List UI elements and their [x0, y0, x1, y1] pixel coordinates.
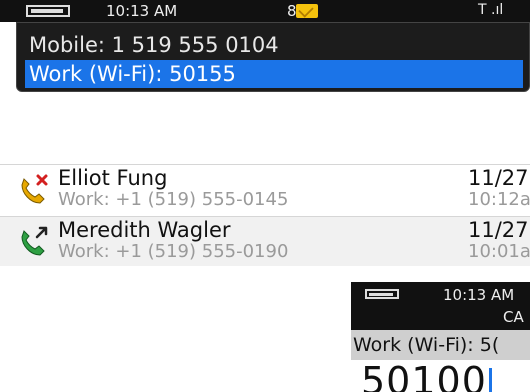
battery-icon [26, 5, 70, 17]
dialed-number: 50100 [361, 359, 487, 392]
dialer-line-label[interactable]: Work (Wi-Fi): 5( [351, 330, 530, 360]
caller-detail: Work: +1 (519) 555-0190 [58, 241, 289, 262]
dialed-number-field[interactable]: 50100 [361, 360, 492, 392]
number-option-work-wifi[interactable]: Work (Wi-Fi): 50155 [25, 60, 523, 88]
number-option-mobile[interactable]: Mobile: 1 519 555 0104 [25, 31, 523, 59]
caller-detail: Work: +1 (519) 555-0145 [58, 189, 289, 210]
status-bar: 10:13 AM 8 T .ıl [0, 0, 530, 22]
dialer-status-bar: 10:13 AM CA [351, 282, 530, 330]
message-icon[interactable] [296, 4, 318, 18]
call-time: 10:12a [468, 189, 530, 210]
caller-name: Meredith Wagler [58, 218, 231, 242]
dialer-inset: 10:13 AM CA Work (Wi-Fi): 5( 50100 [351, 282, 530, 392]
caller-name: Elliot Fung [58, 166, 168, 190]
dialer-carrier: CA [503, 308, 524, 326]
number-picker-popup: Mobile: 1 519 555 0104 Work (Wi-Fi): 501… [16, 22, 530, 92]
call-date: 11/27 [468, 166, 529, 190]
dialer-time: 10:13 AM [443, 286, 515, 304]
call-log-row[interactable]: Elliot Fung Work: +1 (519) 555-0145 11/2… [0, 164, 530, 214]
call-date: 11/27 [468, 218, 529, 242]
call-time: 10:01a [468, 241, 530, 262]
signal-icon: T .ıl [478, 2, 504, 18]
outgoing-call-icon [21, 226, 48, 256]
missed-call-icon [21, 174, 48, 204]
text-cursor [488, 368, 492, 392]
battery-icon [365, 289, 399, 299]
call-log-row[interactable]: Meredith Wagler Work: +1 (519) 555-0190 … [0, 216, 530, 266]
status-time: 10:13 AM [106, 2, 178, 20]
